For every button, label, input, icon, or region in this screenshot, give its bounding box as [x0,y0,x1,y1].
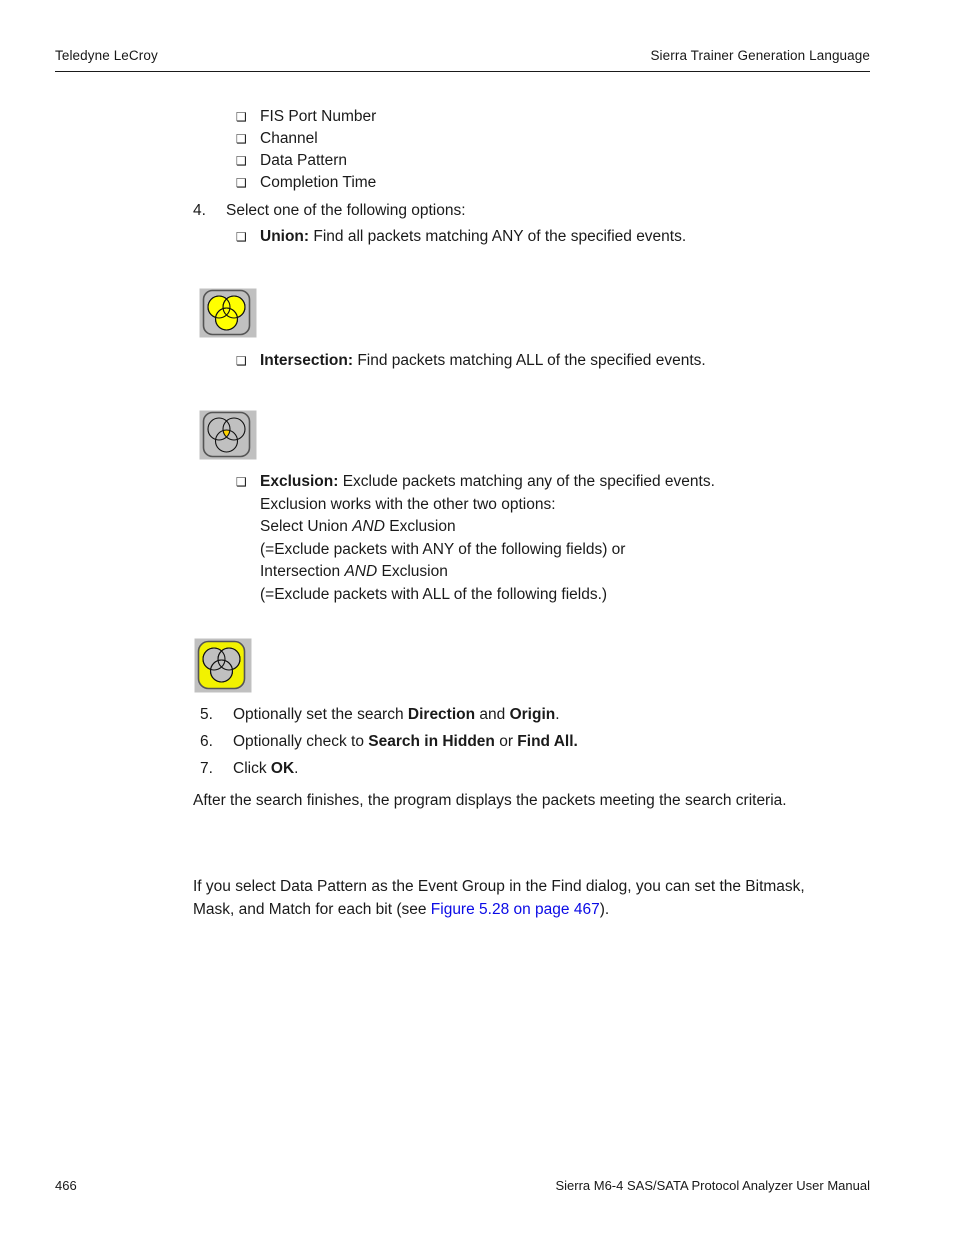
step6-bold-search-in-hidden: Search in Hidden [368,733,495,750]
option-exclusion-line4: (=Exclude packets with ANY of the follow… [260,540,626,558]
square-bullet-icon: ❑ [236,354,247,368]
step-number: 6. [200,733,213,750]
option-union-text: Union: Find all packets matching ANY of … [260,226,896,249]
option-exclusion-line5: Intersection AND Exclusion [236,561,896,584]
exclusion-line3-and: AND [352,518,385,535]
list-item-label: FIS Port Number [260,108,377,125]
exclusion-line3-b: Exclusion [384,518,456,535]
step-5: 5. Optionally set the search Direction a… [200,703,860,726]
data-pattern-line2-a: Mask, and Match for each bit (see [193,901,431,918]
list-item: ❑ Completion Time [236,172,876,194]
step-text: Optionally set the search Direction and … [233,703,860,726]
step-text: Optionally check to Search in Hidden or … [233,730,860,753]
option-exclusion-term: Exclusion: [260,473,339,490]
document-page: Teledyne LeCroy Sierra Trainer Generatio… [0,0,954,1235]
option-exclusion-description: Exclude packets matching any of the spec… [338,473,715,490]
step-7: 7. Click OK. [200,757,860,780]
step5-middle: and [475,706,510,723]
figure-cross-reference-link[interactable]: Figure 5.28 on page 467 [431,901,600,918]
step-4: 4. Select one of the following options: [193,199,853,222]
step6-middle: or [494,733,518,750]
square-bullet-icon: ❑ [236,154,247,168]
step6-prefix: Optionally check to [233,733,369,750]
header-divider-rule [55,71,870,72]
step-6: 6. Optionally check to Search in Hidden … [200,730,860,753]
exclusion-line5-a: Intersection [260,563,345,580]
option-exclusion-text: Exclusion: Exclude packets matching any … [260,471,896,494]
list-item: ❑ Channel [236,128,876,150]
data-pattern-line1: If you select Data Pattern as the Event … [193,878,805,895]
square-bullet-icon: ❑ [236,110,247,124]
intersection-venn-icon [199,410,257,465]
step5-prefix: Optionally set the search [233,706,408,723]
list-item-label: Channel [260,130,318,147]
option-exclusion-line2: Exclusion works with the other two optio… [260,495,556,513]
square-bullet-icon: ❑ [236,176,247,190]
option-exclusion: ❑ Exclusion: Exclude packets matching an… [236,471,896,606]
footer-manual-title: Sierra M6-4 SAS/SATA Protocol Analyzer U… [555,1178,870,1193]
exclusion-line3-a: Select Union [260,518,353,535]
option-union-term: Union: [260,228,310,245]
option-exclusion-line3: Select Union AND Exclusion [236,516,896,539]
step7-suffix: . [294,760,299,777]
option-union: ❑ Union: Find all packets matching ANY o… [236,226,896,249]
field-bullet-list: ❑ FIS Port Number ❑ Channel ❑ Data Patte… [236,106,876,194]
list-item: ❑ FIS Port Number [236,106,876,128]
page-number: 466 [55,1178,77,1193]
option-intersection-term: Intersection: [260,352,354,369]
square-bullet-icon: ❑ [236,132,247,146]
running-footer: 466 Sierra M6-4 SAS/SATA Protocol Analyz… [55,1178,870,1193]
step5-bold-direction: Direction [407,706,476,723]
option-exclusion-line6: (=Exclude packets with ALL of the follow… [260,585,608,603]
step-number: 4. [193,202,206,219]
square-bullet-icon: ❑ [236,230,247,244]
square-bullet-icon: ❑ [236,475,247,489]
step-text: Select one of the following options: [226,202,466,219]
step6-bold-find-all: Find All. [517,733,578,750]
step7-bold-ok: OK [270,760,295,777]
step-text: Click OK. [233,757,860,780]
step7-prefix: Click [233,760,271,777]
step-number: 7. [200,760,213,777]
step5-bold-origin: Origin [509,706,556,723]
after-search-paragraph: After the search finishes, the program d… [193,792,787,809]
list-item-label: Data Pattern [260,152,348,169]
running-header: Teledyne LeCroy Sierra Trainer Generatio… [55,48,870,63]
header-left-text: Teledyne LeCroy [55,48,158,63]
exclusion-venn-icon [194,638,252,698]
option-intersection-description: Find packets matching ALL of the specifi… [353,352,706,369]
data-pattern-paragraph: If you select Data Pattern as the Event … [193,875,893,921]
list-item: ❑ Data Pattern [236,150,876,172]
step-number: 5. [200,706,213,723]
exclusion-line5-b: Exclusion [377,563,448,580]
option-intersection: ❑ Intersection: Find packets matching AL… [236,350,896,373]
option-intersection-text: Intersection: Find packets matching ALL … [260,350,896,373]
list-item-label: Completion Time [260,174,377,191]
header-right-text: Sierra Trainer Generation Language [650,48,870,63]
step5-suffix: . [555,706,560,723]
exclusion-line5-and: AND [344,563,378,580]
data-pattern-line2-b: ). [599,901,610,918]
union-venn-icon [199,288,257,343]
option-union-description: Find all packets matching ANY of the spe… [309,228,687,245]
